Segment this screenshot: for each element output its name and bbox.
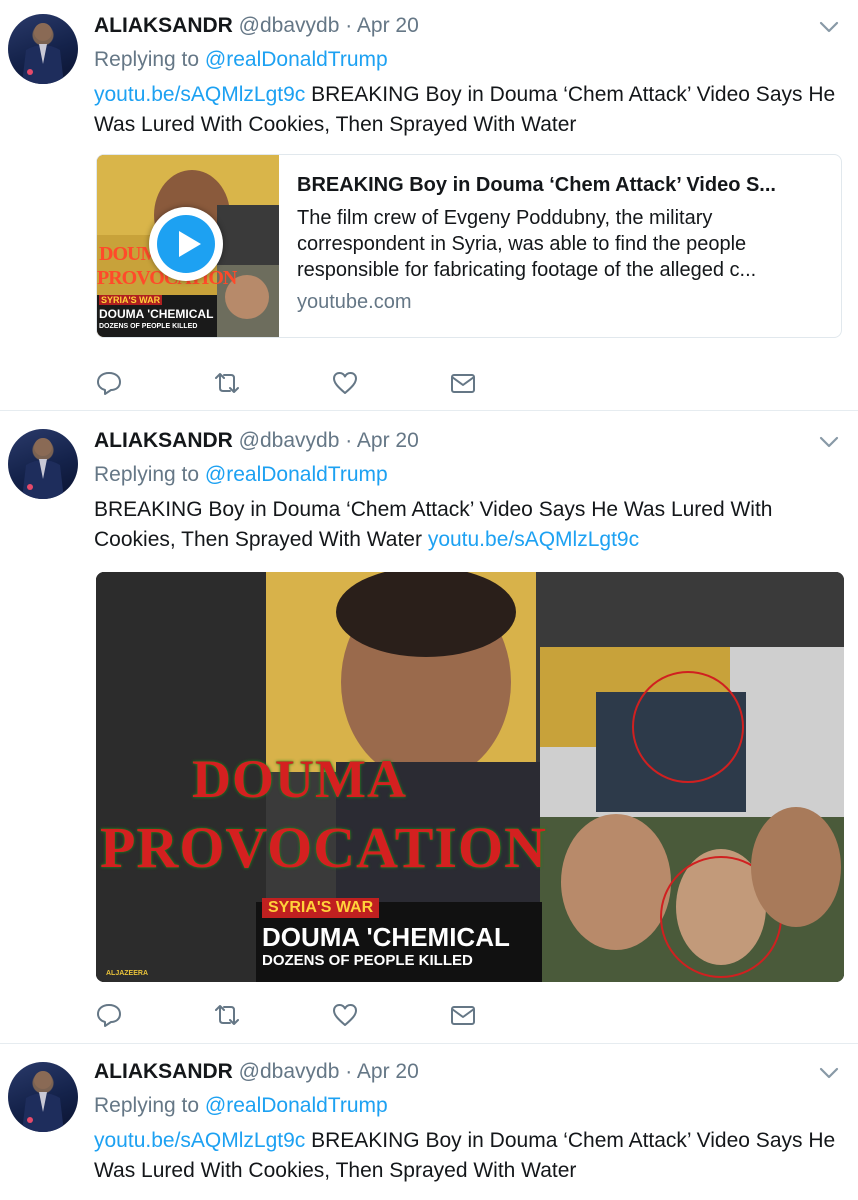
direct-message-icon[interactable] <box>448 1000 478 1030</box>
like-icon[interactable] <box>330 368 360 398</box>
tweet-header: ALIAKSANDR @dbavydb · Apr 20 <box>94 14 419 38</box>
handle[interactable]: @dbavydb <box>239 1060 340 1083</box>
card-description: The film crew of Evgeny Poddubny, the mi… <box>297 207 757 281</box>
avatar-figure <box>22 438 64 499</box>
replying-to: Replying to @realDonaldTrump <box>94 1094 388 1118</box>
tweet-link[interactable]: youtu.be/sAQMlzLgt9c <box>94 83 305 106</box>
display-name[interactable]: ALIAKSANDR <box>94 429 233 452</box>
avatar[interactable] <box>8 1062 78 1132</box>
display-name[interactable]: ALIAKSANDR <box>94 1060 233 1083</box>
tweet-header: ALIAKSANDR @dbavydb · Apr 20 <box>94 429 419 453</box>
avatar[interactable] <box>8 14 78 84</box>
media-headline-1: DOUMA <box>192 749 407 809</box>
separator-dot: · <box>345 14 353 37</box>
card-title: BREAKING Boy in Douma ‘Chem Attack’ Vide… <box>297 174 776 196</box>
retweet-icon[interactable] <box>212 1000 242 1030</box>
tweet-media-image[interactable]: DOUMA PROVOCATION SYRIA'S WAR DOUMA 'CHE… <box>96 572 844 982</box>
reply-icon[interactable] <box>94 368 124 398</box>
tweet-text: youtu.be/sAQMlzLgt9c BREAKING Boy in Dou… <box>94 1126 844 1186</box>
card-domain: youtube.com <box>297 291 412 313</box>
timestamp[interactable]: Apr 20 <box>357 429 419 452</box>
tweet-link[interactable]: youtu.be/sAQMlzLgt9c <box>94 1129 305 1152</box>
replying-prefix: Replying to <box>94 1094 205 1117</box>
reply-icon[interactable] <box>94 1000 124 1030</box>
like-icon[interactable] <box>330 1000 360 1030</box>
replying-prefix: Replying to <box>94 48 205 71</box>
chevron-down-icon[interactable] <box>818 431 840 453</box>
avatar-figure <box>22 23 64 84</box>
media-killed-label: DOZENS OF PEOPLE KILLED <box>262 952 473 969</box>
handle[interactable]: @dbavydb <box>239 14 340 37</box>
card-body: BREAKING Boy in Douma ‘Chem Attack’ Vide… <box>297 173 827 315</box>
retweet-icon[interactable] <box>212 368 242 398</box>
media-watermark: ALJAZEERA <box>106 970 149 977</box>
tweet-1[interactable]: ALIAKSANDR @dbavydb · Apr 20 Replying to… <box>0 0 858 410</box>
chevron-down-icon[interactable] <box>818 16 840 38</box>
timestamp[interactable]: Apr 20 <box>357 1060 419 1083</box>
replying-prefix: Replying to <box>94 463 205 486</box>
avatar-figure <box>22 1071 64 1132</box>
link-card[interactable]: DOUMA PROVOCATION SYRIA'S WAR DOUMA 'CHE… <box>96 154 842 338</box>
display-name[interactable]: ALIAKSANDR <box>94 14 233 37</box>
mention-link[interactable]: @realDonaldTrump <box>205 1094 388 1117</box>
tweet-text: BREAKING Boy in Douma ‘Chem Attack’ Vide… <box>94 495 844 555</box>
replying-to: Replying to @realDonaldTrump <box>94 463 388 487</box>
timestamp[interactable]: Apr 20 <box>357 14 419 37</box>
replying-to: Replying to @realDonaldTrump <box>94 48 388 72</box>
play-icon <box>157 215 215 273</box>
media-headline-2: PROVOCATION <box>100 815 547 880</box>
play-button[interactable] <box>149 207 223 281</box>
thumb-killed: DOZENS OF PEOPLE KILLED <box>99 323 198 330</box>
media-war-label: SYRIA'S WAR <box>262 898 380 918</box>
handle[interactable]: @dbavydb <box>239 429 340 452</box>
thumb-war: SYRIA'S WAR <box>99 295 163 305</box>
tweet-header: ALIAKSANDR @dbavydb · Apr 20 <box>94 1060 419 1084</box>
direct-message-icon[interactable] <box>448 368 478 398</box>
tweet-3[interactable]: ALIAKSANDR @dbavydb · Apr 20 Replying to… <box>0 1044 858 1200</box>
tweet-text: youtu.be/sAQMlzLgt9c BREAKING Boy in Dou… <box>94 80 844 140</box>
avatar[interactable] <box>8 429 78 499</box>
mention-link[interactable]: @realDonaldTrump <box>205 48 388 71</box>
card-thumbnail[interactable]: DOUMA PROVOCATION SYRIA'S WAR DOUMA 'CHE… <box>97 155 279 337</box>
thumb-chem: DOUMA 'CHEMICAL <box>99 307 214 321</box>
separator-dot: · <box>345 429 353 452</box>
media-chem-label: DOUMA 'CHEMICAL <box>262 922 510 952</box>
separator-dot: · <box>345 1060 353 1083</box>
tweet-link[interactable]: youtu.be/sAQMlzLgt9c <box>428 528 639 551</box>
chevron-down-icon[interactable] <box>818 1062 840 1084</box>
mention-link[interactable]: @realDonaldTrump <box>205 463 388 486</box>
